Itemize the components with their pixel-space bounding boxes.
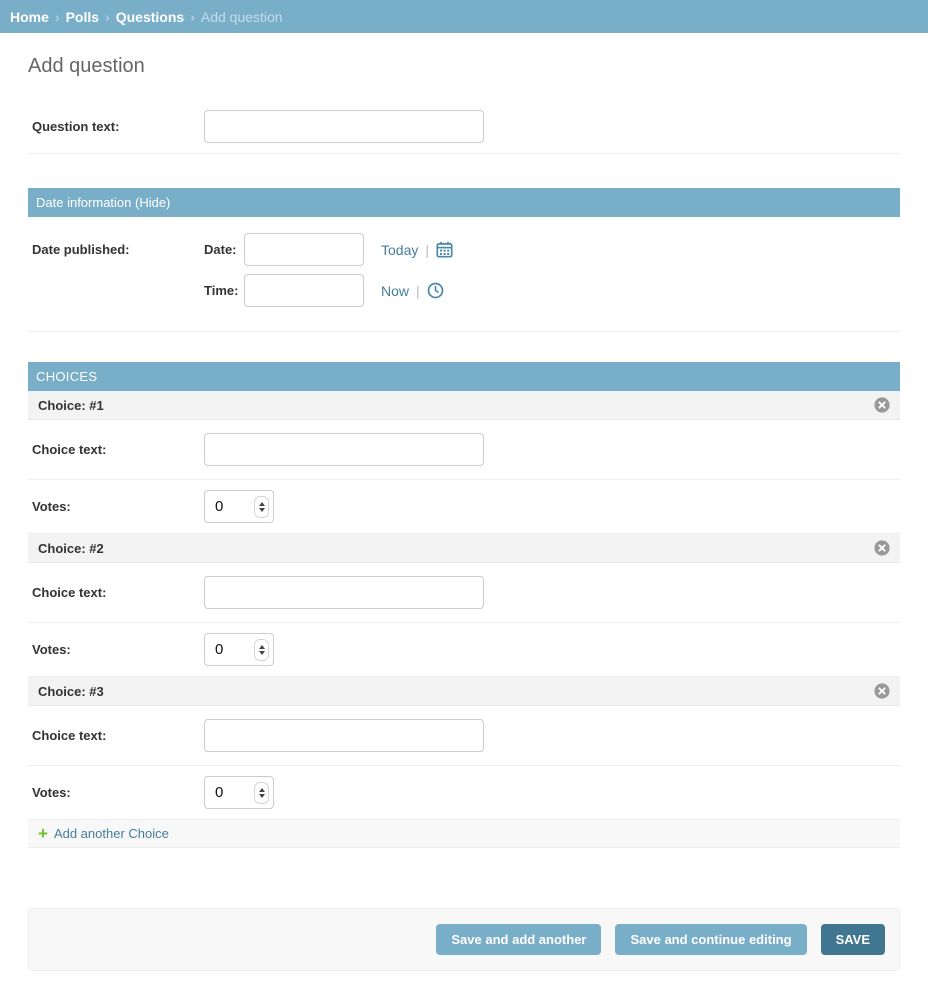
page-title: Add question	[28, 55, 900, 78]
votes-label: Votes:	[32, 642, 204, 658]
question-text-module: Question text:	[28, 100, 900, 154]
datetime-fields: Date: Today |	[204, 233, 453, 307]
time-sub-row: Time: Now |	[204, 274, 453, 307]
breadcrumb-current: Add question	[201, 9, 283, 25]
delete-choice-icon[interactable]	[874, 683, 890, 699]
shortcut-pipe: |	[425, 242, 429, 258]
choice-3-header-row: Choice: #3	[28, 677, 900, 706]
choice-1-text-row: Choice text:	[28, 420, 900, 480]
choice-1-title: Choice: #1	[38, 398, 104, 413]
votes-stepper[interactable]	[254, 639, 269, 661]
choice-text-label: Choice text:	[32, 585, 204, 601]
choice-3-title: Choice: #3	[38, 684, 104, 699]
stepper-down-icon[interactable]	[259, 651, 265, 655]
delete-choice-icon[interactable]	[874, 540, 890, 556]
breadcrumb-separator: ›	[105, 9, 110, 25]
question-text-label: Question text:	[32, 119, 204, 135]
date-information-header[interactable]: Date information (Hide)	[28, 188, 900, 217]
choices-header: CHOICES	[28, 362, 900, 391]
breadcrumb: Home › Polls › Questions › Add question	[0, 0, 928, 33]
calendar-icon[interactable]	[436, 241, 453, 258]
breadcrumb-link-questions[interactable]: Questions	[116, 9, 184, 25]
date-published-label: Date published:	[32, 233, 204, 258]
choice-inline-2: Choice: #2 Choice text: Votes:	[28, 534, 900, 677]
submit-row: Save and add another Save and continue e…	[28, 908, 900, 971]
today-link[interactable]: Today	[381, 242, 418, 258]
stepper-down-icon[interactable]	[259, 508, 265, 512]
question-text-row: Question text:	[28, 100, 900, 154]
date-sub-row: Date: Today |	[204, 233, 453, 266]
choices-module: CHOICES Choice: #1 Choice text: Votes:	[28, 362, 900, 848]
stepper-down-icon[interactable]	[259, 794, 265, 798]
votes-label: Votes:	[32, 499, 204, 515]
breadcrumb-link-home[interactable]: Home	[10, 9, 49, 25]
add-another-choice-row: + Add another Choice	[28, 820, 900, 848]
choice-2-text-input[interactable]	[204, 576, 484, 609]
time-label: Time:	[204, 283, 244, 298]
choice-inline-3: Choice: #3 Choice text: Votes:	[28, 677, 900, 820]
votes-label: Votes:	[32, 785, 204, 801]
question-text-input[interactable]	[204, 110, 484, 143]
date-published-row: Date published: Date: Today |	[28, 217, 900, 332]
votes-stepper[interactable]	[254, 496, 269, 518]
choice-text-label: Choice text:	[32, 442, 204, 458]
plus-icon: +	[38, 827, 48, 840]
choice-text-label: Choice text:	[32, 728, 204, 744]
breadcrumb-separator: ›	[55, 9, 60, 25]
breadcrumb-link-polls[interactable]: Polls	[66, 9, 99, 25]
content-area: Add question Question text: Date informa…	[0, 33, 928, 971]
stepper-up-icon[interactable]	[259, 788, 265, 792]
choice-2-title: Choice: #2	[38, 541, 104, 556]
date-information-module: Date information (Hide) Date published: …	[28, 188, 900, 332]
choice-3-votes-row: Votes:	[28, 766, 900, 820]
delete-choice-icon[interactable]	[874, 397, 890, 413]
choice-2-header-row: Choice: #2	[28, 534, 900, 563]
clock-icon[interactable]	[427, 282, 444, 299]
save-and-continue-editing-button[interactable]: Save and continue editing	[615, 924, 806, 955]
votes-stepper[interactable]	[254, 782, 269, 804]
save-and-add-another-button[interactable]: Save and add another	[436, 924, 601, 955]
stepper-up-icon[interactable]	[259, 502, 265, 506]
choice-1-header-row: Choice: #1	[28, 391, 900, 420]
choice-3-text-row: Choice text:	[28, 706, 900, 766]
add-another-choice-link[interactable]: Add another Choice	[54, 826, 169, 841]
choice-2-votes-row: Votes:	[28, 623, 900, 677]
shortcut-pipe: |	[416, 283, 420, 299]
choice-inline-1: Choice: #1 Choice text: Votes:	[28, 391, 900, 534]
date-input[interactable]	[244, 233, 364, 266]
choice-1-text-input[interactable]	[204, 433, 484, 466]
date-label: Date:	[204, 242, 244, 257]
time-input[interactable]	[244, 274, 364, 307]
choice-2-text-row: Choice text:	[28, 563, 900, 623]
breadcrumb-separator: ›	[190, 9, 195, 25]
choice-3-text-input[interactable]	[204, 719, 484, 752]
save-button[interactable]: SAVE	[821, 924, 885, 955]
now-link[interactable]: Now	[381, 283, 409, 299]
choice-1-votes-row: Votes:	[28, 480, 900, 534]
stepper-up-icon[interactable]	[259, 645, 265, 649]
